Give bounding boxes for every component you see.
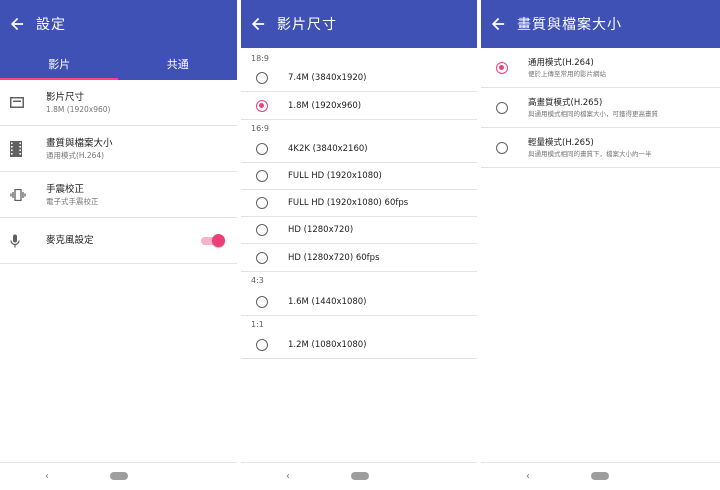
- radio-button[interactable]: [256, 339, 268, 351]
- option-7-4m[interactable]: 7.4M (3840x1920): [241, 65, 477, 92]
- option-label: 7.4M (3840x1920): [288, 73, 367, 83]
- microphone-icon: [10, 234, 38, 248]
- option-description: 與通用模式相同的檔案大小，可獲得更高畫質: [528, 109, 658, 118]
- setting-title: 影片尺寸: [46, 91, 85, 103]
- page-title: 設定: [36, 17, 66, 33]
- radio-button[interactable]: [256, 170, 268, 182]
- option-hd[interactable]: HD (1280x720): [241, 217, 477, 244]
- setting-quality-size[interactable]: 畫質與檔案大小 通用模式(H.264): [0, 126, 237, 172]
- option-label: HD (1280x720) 60fps: [288, 252, 380, 263]
- microphone-toggle[interactable]: [201, 233, 225, 248]
- setting-subtitle: 1.8M (1920x960): [46, 104, 111, 114]
- group-label-4-3: 4:3: [241, 271, 477, 288]
- nav-home-pill[interactable]: [110, 472, 128, 480]
- radio-button[interactable]: [256, 251, 268, 264]
- option-high-quality-mode[interactable]: 高畫質模式(H.265) 與通用模式相同的檔案大小，可獲得更高畫質: [481, 88, 720, 128]
- option-standard-mode[interactable]: 通用模式(H.264) 便於上傳至常用的影片網站: [481, 48, 720, 88]
- group-label-16-9: 16:9: [241, 119, 477, 136]
- back-arrow-icon[interactable]: [10, 17, 24, 31]
- option-label: 1.2M (1080x1080): [288, 340, 367, 350]
- radio-button[interactable]: [256, 72, 268, 84]
- tab-video[interactable]: 影片: [0, 48, 119, 80]
- setting-subtitle: 電子式手震校正: [46, 196, 99, 206]
- radio-button-selected[interactable]: [496, 61, 508, 74]
- option-description: 便於上傳至常用的影片網站: [528, 69, 606, 78]
- page-title: 影片尺寸: [277, 17, 337, 33]
- app-bar: 影片尺寸: [241, 0, 477, 48]
- screen-size-icon: [10, 97, 38, 108]
- radio-button[interactable]: [256, 224, 268, 236]
- option-1-6m[interactable]: 1.6M (1440x1080): [241, 288, 477, 315]
- setting-title: 手震校正: [46, 183, 85, 195]
- radio-button-selected[interactable]: [256, 99, 268, 112]
- option-title: 高畫質模式(H.265): [528, 97, 603, 108]
- option-title: 輕量模式(H.265): [528, 137, 594, 148]
- nav-back-icon[interactable]: ‹: [45, 471, 55, 482]
- nav-home-pill[interactable]: [591, 472, 609, 480]
- nav-back-icon[interactable]: ‹: [286, 471, 296, 482]
- option-label: 4K2K (3840x2160): [288, 144, 368, 154]
- option-title: 通用模式(H.264): [528, 57, 594, 68]
- tab-bar: 影片 共通: [0, 48, 237, 80]
- setting-stabilization[interactable]: 手震校正 電子式手震校正: [0, 172, 237, 218]
- option-lite-mode[interactable]: 輕量模式(H.265) 與通用模式相同的畫質下，檔案大小約一半: [481, 128, 720, 168]
- app-bar: 設定: [0, 0, 237, 48]
- option-1-2m[interactable]: 1.2M (1080x1080): [241, 332, 477, 359]
- system-nav-bar: ‹: [241, 462, 477, 490]
- setting-title: 麥克風設定: [46, 235, 94, 246]
- radio-button[interactable]: [496, 141, 508, 154]
- video-size-screen: 影片尺寸 18:9 7.4M (3840x1920) 1.8M (1920x96…: [241, 0, 477, 490]
- toggle-thumb: [212, 233, 225, 247]
- group-label-18-9: 18:9: [251, 54, 269, 63]
- radio-button[interactable]: [256, 143, 268, 155]
- setting-subtitle: 通用模式(H.264): [46, 150, 105, 160]
- back-arrow-icon[interactable]: [491, 17, 505, 31]
- group-label-1-1: 1:1: [241, 315, 477, 332]
- nav-back-icon[interactable]: ‹: [526, 471, 536, 482]
- option-1-8m[interactable]: 1.8M (1920x960): [241, 92, 477, 119]
- tab-common[interactable]: 共通: [119, 48, 238, 80]
- setting-video-size[interactable]: 影片尺寸 1.8M (1920x960): [0, 80, 237, 126]
- system-nav-bar: ‹: [0, 462, 237, 490]
- nav-home-pill[interactable]: [351, 472, 369, 480]
- page-title: 畫質與檔案大小: [517, 17, 622, 33]
- radio-button[interactable]: [256, 295, 268, 308]
- vibration-icon: [10, 188, 38, 201]
- app-bar: 畫質與檔案大小: [481, 0, 720, 48]
- option-label: FULL HD (1920x1080) 60fps: [288, 198, 409, 208]
- option-label: 1.6M (1440x1080): [288, 296, 367, 307]
- option-full-hd-60fps[interactable]: FULL HD (1920x1080) 60fps: [241, 190, 477, 217]
- film-icon: [10, 140, 38, 157]
- setting-microphone[interactable]: 麥克風設定: [0, 218, 237, 264]
- option-hd-60fps[interactable]: HD (1280x720) 60fps: [241, 244, 477, 271]
- option-label: 1.8M (1920x960): [288, 100, 362, 111]
- system-nav-bar: ‹: [481, 462, 720, 490]
- radio-button[interactable]: [256, 197, 268, 209]
- radio-button[interactable]: [496, 101, 508, 114]
- setting-title: 畫質與檔案大小: [46, 137, 113, 149]
- option-4k2k[interactable]: 4K2K (3840x2160): [241, 136, 477, 163]
- back-arrow-icon[interactable]: [251, 17, 265, 31]
- option-label: FULL HD (1920x1080): [288, 171, 382, 181]
- quality-size-screen: 畫質與檔案大小 通用模式(H.264) 便於上傳至常用的影片網站 高畫質模式(H…: [481, 0, 720, 490]
- settings-screen: 設定 影片 共通 影片尺寸 1.8M (1920x960) 畫質與檔案大小 通用…: [0, 0, 237, 490]
- option-label: HD (1280x720): [288, 225, 354, 235]
- option-full-hd[interactable]: FULL HD (1920x1080): [241, 163, 477, 190]
- option-description: 與通用模式相同的畫質下，檔案大小約一半: [528, 149, 652, 158]
